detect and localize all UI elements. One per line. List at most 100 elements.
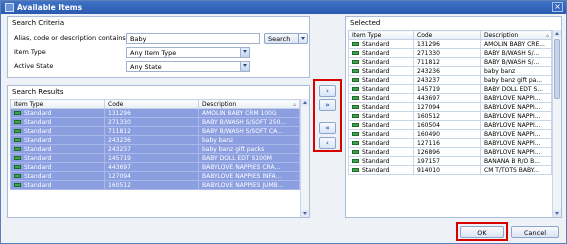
remove-all-button[interactable]: « [319,122,336,134]
scroll-up-icon[interactable] [301,99,309,106]
alias-label: Alias, code or description contains [14,34,126,42]
table-row[interactable]: Standard 711812 BABY B/WASH S/SOFT CA... [10,126,300,136]
description-cell: BABY B/WASH S/... [480,57,552,67]
table-row[interactable]: Standard 243236 baby banz [348,66,552,76]
description-cell: baby banz gift packs [198,144,300,154]
code-cell: 126896 [413,147,481,157]
table-row[interactable]: Standard 160490 BABYLOVE NAPPI... [348,129,552,139]
table-row[interactable]: Standard 160512 BABYLOVE NAPPIES JUMB... [10,180,300,190]
description-cell: BABYLOVE NAPPIES INFA... [198,171,300,181]
item-type-select[interactable]: Any Item Type [126,47,250,58]
search-dropdown-icon[interactable] [298,34,307,43]
search-results-scrollbar[interactable] [300,99,309,217]
table-row[interactable]: Standard 443697 BABYLOVE NAPPIES CRA... [10,162,300,172]
item-type-cell: Standard [348,156,414,166]
active-state-select[interactable]: Any State [126,61,250,72]
standard-item-icon [352,114,359,118]
search-button[interactable]: Search [264,33,308,44]
item-type-text: Standard [24,172,52,180]
code-cell: 443697 [104,162,199,172]
table-row[interactable]: Standard 243237 baby banz gift pa... [348,75,552,85]
cancel-button[interactable]: Cancel [511,226,559,238]
code-cell: 271330 [413,48,481,58]
item-type-cell: Standard [10,108,105,118]
code-cell: 243236 [104,135,199,145]
alias-search-input[interactable]: Baby [126,33,260,44]
table-row[interactable]: Standard 127094 BABYLOVE NAPPI... [348,102,552,112]
description-cell: BABY B/WASH S/SOFT CA... [198,126,300,136]
scroll-thumb[interactable] [554,39,560,99]
scroll-down-icon[interactable] [553,210,561,217]
table-row[interactable]: Standard 914010 CM T/TOTS BABY... [348,165,552,175]
table-row[interactable]: Standard 243237 baby banz gift packs [10,144,300,154]
table-row[interactable]: Standard 160512 BABYLOVE NAPPI... [348,111,552,121]
standard-item-icon [14,156,21,160]
table-row[interactable]: Standard 271330 BABY B/WASH S/SOFT 250... [10,117,300,127]
description-cell: baby banz [198,135,300,145]
table-row[interactable]: Standard 127094 BABYLOVE NAPPIES INFA... [10,171,300,181]
column-header-description[interactable]: Description ▵ [198,99,300,109]
sort-ascending-icon: ▵ [545,31,549,39]
table-row[interactable]: Standard 271330 BABY B/WASH S/... [348,48,552,58]
add-all-button[interactable]: » [319,99,336,111]
item-type-text: Standard [24,154,52,162]
app-icon [5,3,14,12]
table-row[interactable]: Standard 145719 BABY DOLL EDT S100M [10,153,300,163]
chevron-down-icon[interactable] [240,62,249,71]
selected-panel: Selected Item Type Code Description ▵ Sta… [345,16,562,218]
item-type-text: Standard [362,121,390,129]
table-row[interactable]: Standard 145719 BABY DOLL EDT S... [348,84,552,94]
table-row[interactable]: Standard 711812 BABY B/WASH S/... [348,57,552,67]
sort-ascending-icon: ▵ [292,100,296,108]
column-header-code[interactable]: Code [413,30,481,40]
column-header-item-type[interactable]: Item Type [10,99,105,109]
search-results-header: Item Type Code Description ▵ [10,99,300,109]
item-type-text: Standard [362,40,390,48]
table-row[interactable]: Standard 126896 BABYLOVE NAPPI... [348,147,552,157]
description-cell: BABY DOLL EDT S100M [198,153,300,163]
search-results-table: Item Type Code Description ▵ Standard 1312… [10,99,300,190]
close-icon[interactable]: × [552,2,563,12]
selected-table: Item Type Code Description ▵ Standard 1312… [348,30,552,175]
table-row[interactable]: Standard 160504 BABYLOVE NAPPI... [348,120,552,130]
standard-item-icon [352,105,359,109]
description-cell: BANANA B R/O B... [480,156,552,166]
scroll-up-icon[interactable] [553,30,561,37]
item-type-text: Standard [24,163,52,171]
table-row[interactable]: Standard 197157 BANANA B R/O B... [348,156,552,166]
column-header-item-type[interactable]: Item Type [348,30,414,40]
selected-label: Selected [350,19,381,27]
selected-scrollbar[interactable] [552,30,561,217]
item-type-text: Standard [362,130,390,138]
table-row[interactable]: Standard 243236 baby banz [10,135,300,145]
item-type-text: Standard [362,148,390,156]
standard-item-icon [14,120,21,124]
item-type-text: Standard [362,157,390,165]
item-type-cell: Standard [348,147,414,157]
item-type-text: Standard [362,58,390,66]
standard-item-icon [14,147,21,151]
item-type-label: Item Type [14,48,46,56]
column-header-code[interactable]: Code [104,99,199,109]
standard-item-icon [352,168,359,172]
code-cell: 131296 [104,108,199,118]
search-criteria-panel: Search Criteria Alias, code or descripti… [7,16,310,78]
item-type-cell: Standard [348,165,414,175]
scroll-down-icon[interactable] [301,210,309,217]
item-type-text: Standard [24,127,52,135]
table-row[interactable]: Standard 127116 BABYLOVE NAPPI... [348,138,552,148]
column-header-description[interactable]: Description ▵ [480,30,552,40]
table-row[interactable]: Standard 131296 AMOLIN BABY CRM 100G [10,108,300,118]
add-one-button[interactable]: › [319,85,336,97]
table-row[interactable]: Standard 443697 BABYLOVE NAPPI... [348,93,552,103]
table-row[interactable]: Standard 131296 AMOLIN BABY CRE... [348,39,552,49]
item-type-cell: Standard [348,75,414,85]
standard-item-icon [352,123,359,127]
selected-header: Item Type Code Description ▵ [348,30,552,40]
item-type-cell: Standard [10,144,105,154]
ok-button[interactable]: OK [460,226,504,238]
chevron-down-icon[interactable] [240,48,249,57]
item-type-cell: Standard [10,153,105,163]
search-criteria-label: Search Criteria [12,19,65,27]
remove-one-button[interactable]: ‹ [319,137,336,149]
